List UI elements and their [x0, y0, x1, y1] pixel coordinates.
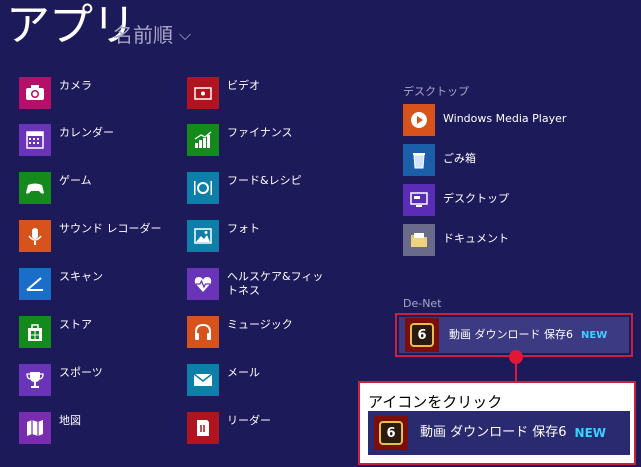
- video-icon: [187, 77, 219, 109]
- app-tile-store[interactable]: ストア: [19, 316, 169, 348]
- app-label: ファイナンス: [227, 126, 293, 139]
- app-tile-calendar[interactable]: カレンダー: [19, 124, 169, 156]
- app-label: Windows Media Player: [443, 112, 567, 125]
- app-tile-documents[interactable]: ドキュメント: [403, 224, 623, 256]
- app-label: スポーツ: [59, 366, 103, 379]
- app-label: ヘルスケア&フィットネス: [227, 270, 324, 297]
- headphones-icon: [187, 316, 219, 348]
- heart-pulse-icon: [187, 268, 219, 300]
- app-tile-music[interactable]: ミュージック: [187, 316, 337, 348]
- app-tile-games[interactable]: ゲーム: [19, 172, 169, 204]
- app-label: 動画 ダウンロード 保存6: [420, 425, 567, 440]
- app-tile-desktop[interactable]: デスクトップ: [403, 184, 623, 216]
- trophy-icon: [19, 364, 51, 396]
- app-label: フォト: [227, 222, 260, 235]
- app-tile-food[interactable]: フード&レシピ: [187, 172, 337, 204]
- calendar-icon: [19, 124, 51, 156]
- desktop-icon: [403, 184, 435, 216]
- callout-box: アイコンをクリック 6 動画 ダウンロード 保存6 NEW: [358, 381, 636, 465]
- app-tile-sports[interactable]: スポーツ: [19, 364, 169, 396]
- media-player-icon: [403, 104, 435, 136]
- app-label: カレンダー: [59, 126, 114, 139]
- app-tile-video-download[interactable]: 6 動画 ダウンロード 保存6 NEW: [399, 317, 629, 353]
- video-download-icon: 6: [405, 318, 439, 352]
- app-tile-recycle-bin[interactable]: ごみ箱: [403, 144, 623, 176]
- camera-icon: [19, 77, 51, 109]
- app-label: 動画 ダウンロード 保存6: [449, 328, 573, 341]
- group-header-desktop: デスクトップ: [403, 85, 469, 98]
- app-tile-camera[interactable]: カメラ: [19, 77, 169, 109]
- sort-dropdown[interactable]: 名前順 ⌵: [113, 22, 191, 48]
- app-label: ごみ箱: [443, 152, 476, 165]
- chart-up-icon: [187, 124, 219, 156]
- callout-app-tile: 6 動画 ダウンロード 保存6 NEW: [368, 411, 630, 455]
- sort-label: 名前順: [113, 23, 173, 47]
- reader-icon: [187, 412, 219, 444]
- app-label: サウンド レコーダー: [59, 222, 162, 235]
- app-label: ビデオ: [227, 79, 260, 92]
- app-label: スキャン: [59, 270, 103, 283]
- chevron-down-icon: ⌵: [179, 25, 192, 44]
- group-header-denet: De-Net: [403, 297, 442, 310]
- recycle-bin-icon: [403, 144, 435, 176]
- app-tile-windows-media-player[interactable]: Windows Media Player: [403, 104, 623, 136]
- app-label: ストア: [59, 318, 92, 331]
- app-label: メール: [227, 366, 260, 379]
- app-label: リーダー: [227, 414, 271, 427]
- app-label: フード&レシピ: [227, 174, 302, 187]
- video-download-icon: 6: [374, 416, 408, 450]
- mail-icon: [187, 364, 219, 396]
- app-label: ドキュメント: [443, 232, 509, 245]
- app-label: デスクトップ: [443, 192, 509, 205]
- store-bag-icon: [19, 316, 51, 348]
- tile-number: 6: [379, 421, 403, 445]
- callout-pin: [509, 350, 523, 364]
- photo-icon: [187, 220, 219, 252]
- app-tile-video[interactable]: ビデオ: [187, 77, 337, 109]
- new-badge: NEW: [574, 426, 607, 440]
- app-label: ミュージック: [227, 318, 293, 331]
- callout-text: アイコンをクリック: [368, 393, 503, 411]
- plate-icon: [187, 172, 219, 204]
- app-tile-scan[interactable]: スキャン: [19, 268, 169, 300]
- app-label: 地図: [59, 414, 81, 427]
- app-tile-finance[interactable]: ファイナンス: [187, 124, 337, 156]
- app-tile-reader[interactable]: リーダー: [187, 412, 337, 444]
- app-tile-photos[interactable]: フォト: [187, 220, 337, 252]
- app-label: カメラ: [59, 79, 92, 92]
- scanner-icon: [19, 268, 51, 300]
- gamepad-icon: [19, 172, 51, 204]
- folder-icon: [403, 224, 435, 256]
- new-badge: NEW: [581, 329, 608, 341]
- app-label: ゲーム: [59, 174, 92, 187]
- microphone-icon: [19, 220, 51, 252]
- app-tile-maps[interactable]: 地図: [19, 412, 169, 444]
- app-tile-health[interactable]: ヘルスケア&フィットネス: [187, 268, 337, 300]
- app-tile-sound-recorder[interactable]: サウンド レコーダー: [19, 220, 169, 252]
- tile-number: 6: [410, 323, 434, 347]
- app-tile-mail[interactable]: メール: [187, 364, 337, 396]
- map-icon: [19, 412, 51, 444]
